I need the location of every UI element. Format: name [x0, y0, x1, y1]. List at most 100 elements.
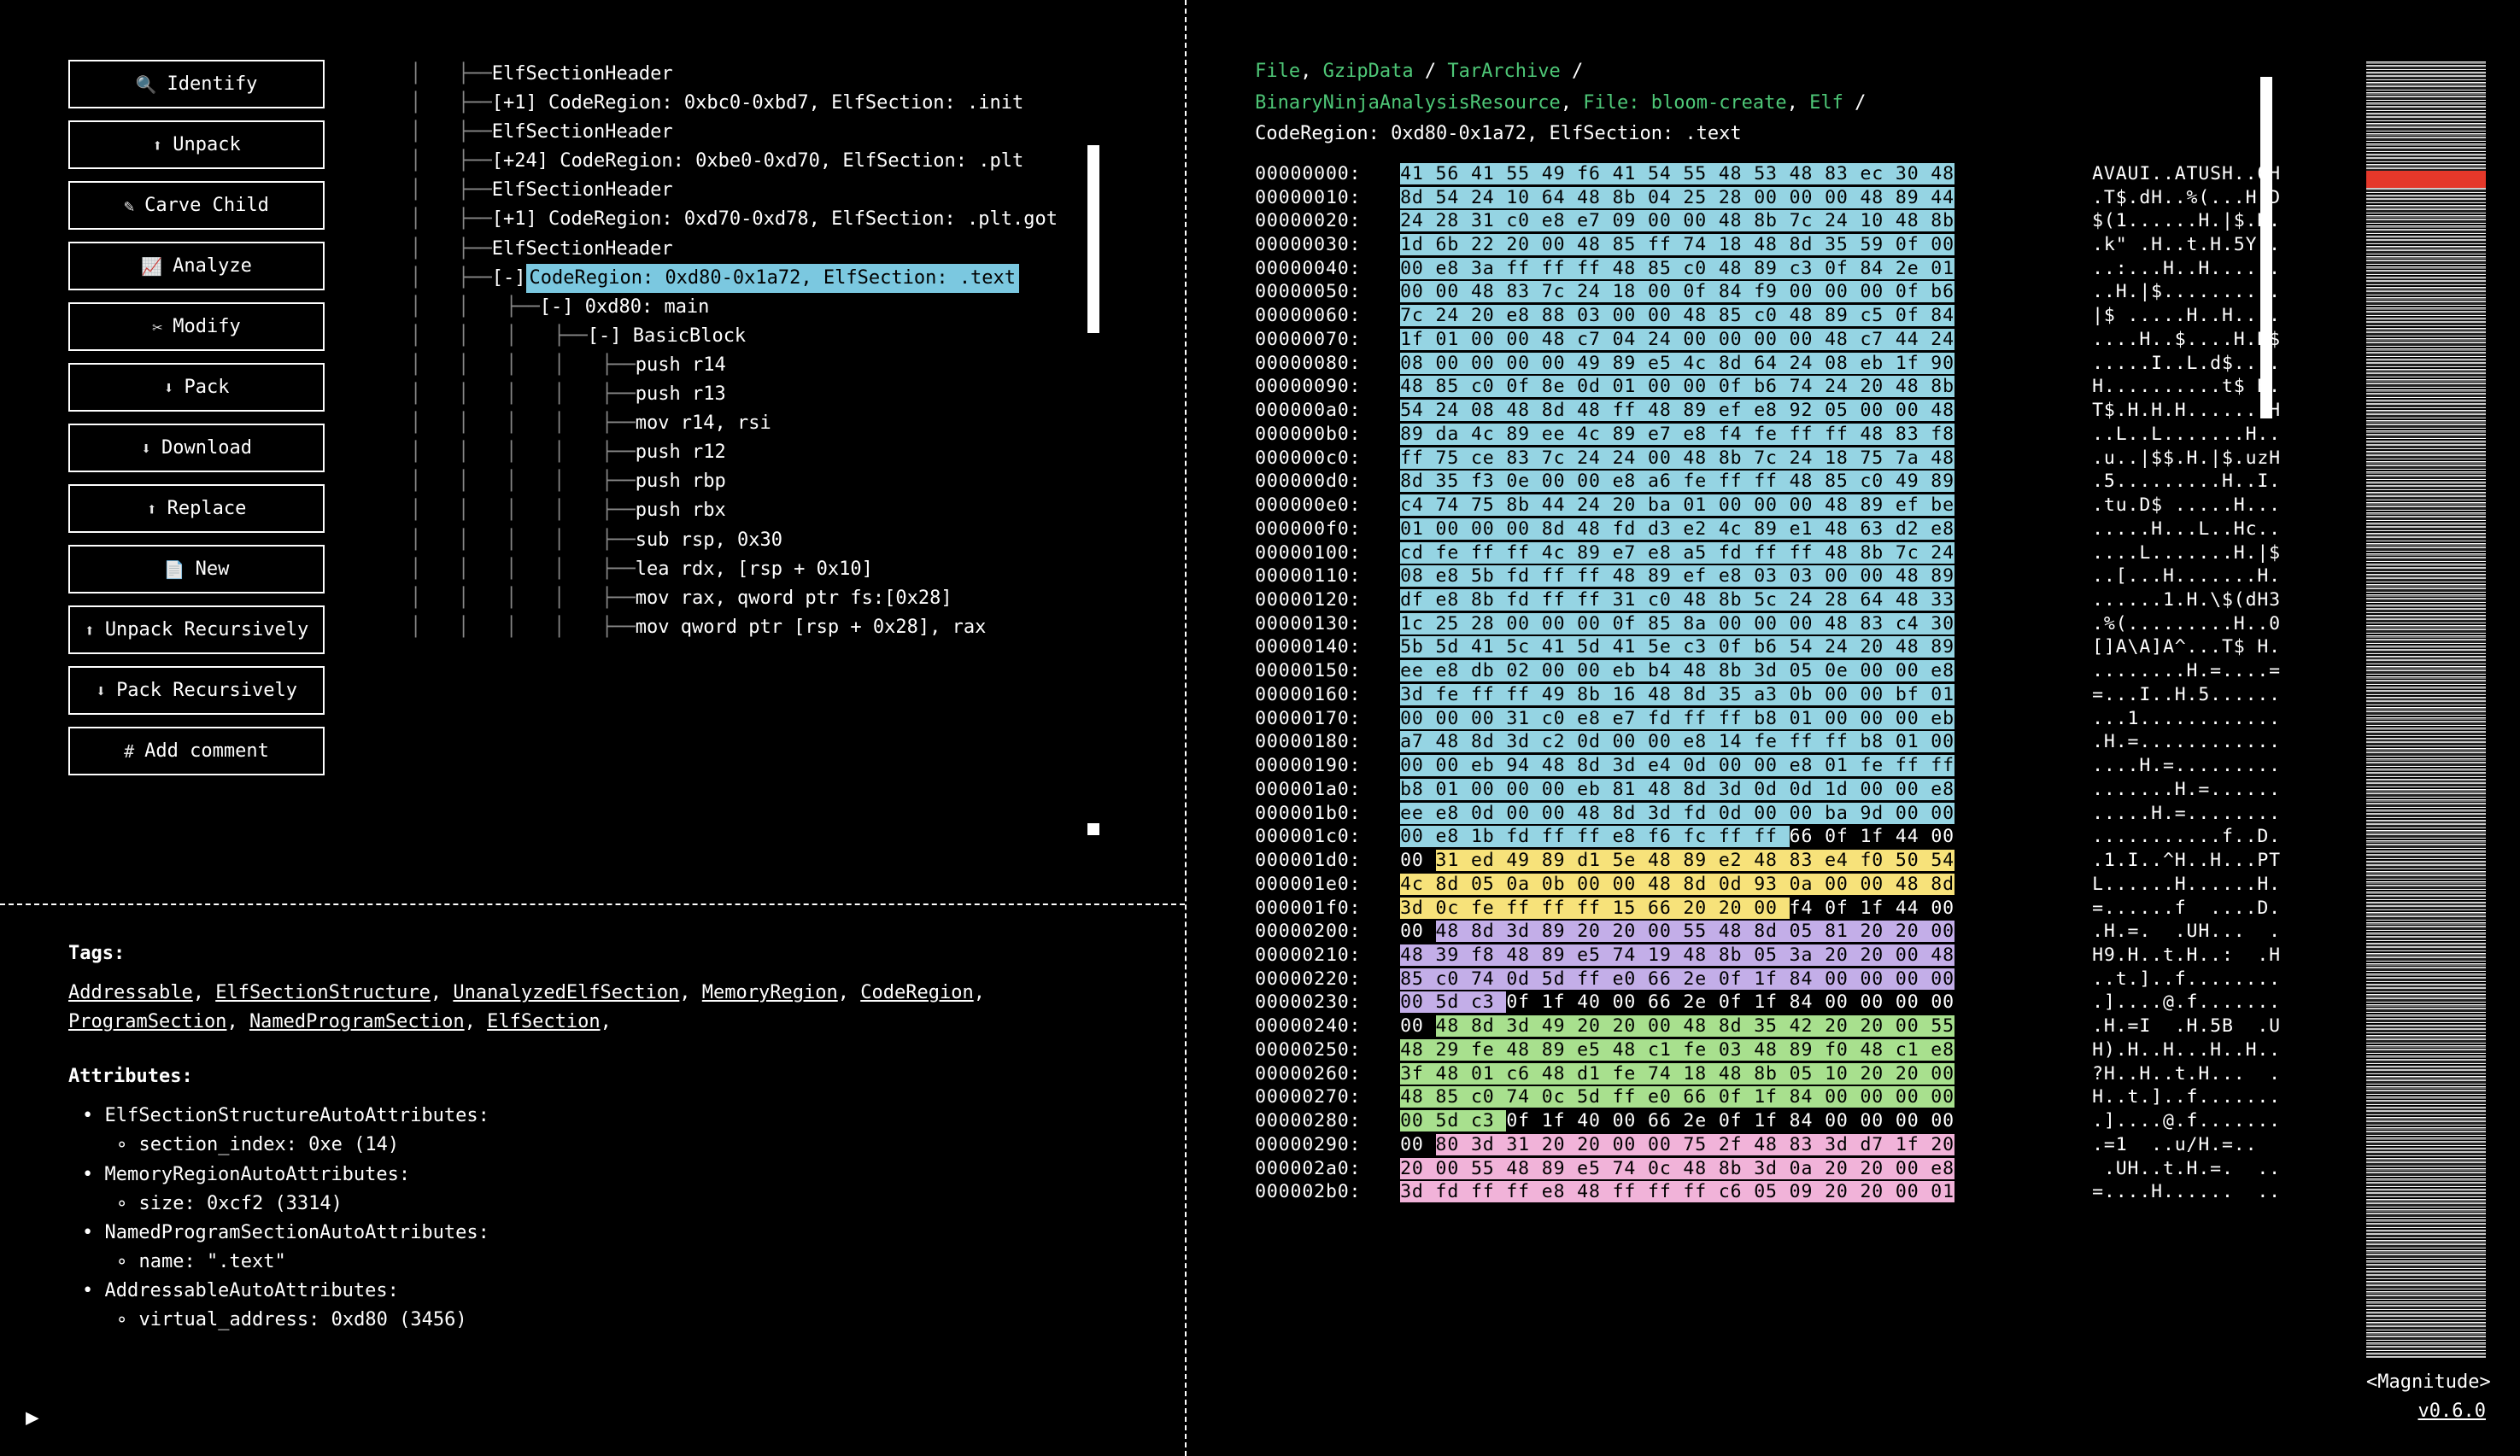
breadcrumb-link[interactable]: GzipData [1323, 61, 1414, 82]
hex-row[interactable]: 000000f0:01 00 00 00 8d 48 fd d3 e2 4c 8… [1255, 517, 2281, 541]
hex-row[interactable]: 00000220:85 c0 74 0d 5d ff e0 66 2e 0f 1… [1255, 968, 2281, 991]
hex-row[interactable]: 00000140:5b 5d 41 5c 41 5d 41 5e c3 0f b… [1255, 635, 2281, 659]
hex-row[interactable]: 000000c0:ff 75 ce 83 7c 24 24 00 48 8b 7… [1255, 447, 2281, 471]
hex-row[interactable]: 00000060:7c 24 20 e8 88 03 00 00 48 85 c… [1255, 304, 2281, 328]
hex-row[interactable]: 00000230:00 5d c3 0f 1f 40 00 66 2e 0f 1… [1255, 991, 2281, 1015]
tree-row[interactable]: │├── [+24] CodeRegion: 0xbe0-0xd70, ElfS… [410, 147, 1185, 176]
tag-memoryregion[interactable]: MemoryRegion [702, 982, 838, 1003]
hex-row[interactable]: 00000010:8d 54 24 10 64 48 8b 04 25 28 0… [1255, 186, 2281, 210]
tree-row[interactable]: ││││├── push rbp [410, 467, 1185, 496]
hex-row[interactable]: 000001c0:00 e8 1b fd ff ff e8 f6 fc ff f… [1255, 825, 2281, 849]
hex-row[interactable]: 000002b0:3d fd ff ff e8 48 ff ff ff c6 0… [1255, 1180, 2281, 1204]
tree-row[interactable]: ││├── [-] 0xd80: main [410, 293, 1185, 322]
breadcrumb-link[interactable]: BinaryNinjaAnalysisResource [1255, 92, 1561, 114]
hex-row[interactable]: 00000020:24 28 31 c0 e8 e7 09 00 00 48 8… [1255, 209, 2281, 233]
tree-row[interactable]: │├── ElfSectionHeader [410, 235, 1185, 264]
hex-row[interactable]: 000001f0:3d 0c fe ff ff ff 15 66 20 20 0… [1255, 897, 2281, 921]
tree-row[interactable]: ││││├── sub rsp, 0x30 [410, 526, 1185, 555]
tag-coderegion[interactable]: CodeRegion [860, 982, 973, 1003]
tree-row[interactable]: │├── ElfSectionHeader [410, 176, 1185, 205]
hex-row[interactable]: 00000210:48 39 f8 48 89 e5 74 19 48 8b 0… [1255, 944, 2281, 968]
hex-row[interactable]: 00000240:00 48 8d 3d 49 20 20 00 48 8d 3… [1255, 1015, 2281, 1038]
hex-scrollbar[interactable] [2260, 77, 2272, 418]
tree-row[interactable]: ││││├── push r13 [410, 380, 1185, 409]
tree-row[interactable]: │├── ElfSectionHeader [410, 60, 1185, 89]
hex-row[interactable]: 00000050:00 00 48 83 7c 24 18 00 0f 84 f… [1255, 280, 2281, 304]
hex-row[interactable]: 00000000:41 56 41 55 49 f6 41 54 55 48 5… [1255, 162, 2281, 186]
breadcrumb-line-1[interactable]: File, GzipData / TarArchive / [1255, 60, 2281, 85]
hex-row[interactable]: 00000190:00 00 eb 94 48 8d 3d e4 0d 00 0… [1255, 754, 2281, 778]
modify-button[interactable]: ✂Modify [68, 302, 325, 351]
tree-row[interactable]: ││││├── lea rdx, [rsp + 0x10] [410, 555, 1185, 584]
hex-row[interactable]: 000000b0:89 da 4c 89 ee 4c 89 e7 e8 f4 f… [1255, 423, 2281, 447]
tree-scrollbar[interactable] [1087, 145, 1099, 333]
hex-row[interactable]: 00000070:1f 01 00 00 48 c7 04 24 00 00 0… [1255, 328, 2281, 352]
tree-row[interactable]: ││││├── push r12 [410, 438, 1185, 467]
entropy-next[interactable]: > [2479, 1371, 2490, 1393]
tag-namedprogramsection[interactable]: NamedProgramSection [249, 1011, 465, 1032]
hex-row[interactable]: 000000e0:c4 74 75 8b 44 24 20 ba 01 00 0… [1255, 494, 2281, 517]
carve-child-button[interactable]: ✎Carve Child [68, 181, 325, 230]
hex-row[interactable]: 000001d0:00 31 ed 49 89 d1 5e 48 89 e2 4… [1255, 849, 2281, 873]
hex-row[interactable]: 00000120:df e8 8b fd ff ff 31 c0 48 8b 5… [1255, 588, 2281, 612]
tag-unanalyzedelfsection[interactable]: UnanalyzedElfSection [453, 982, 679, 1003]
breadcrumb-link[interactable]: File: bloom-create [1583, 92, 1786, 114]
hex-row[interactable]: 00000040:00 e8 3a ff ff ff 48 85 c0 48 8… [1255, 257, 2281, 281]
pack-recursively-button[interactable]: ⬇Pack Recursively [68, 666, 325, 715]
tree-row[interactable]: ││││├── push rbx [410, 496, 1185, 525]
hex-row[interactable]: 00000250:48 29 fe 48 89 e5 48 c1 fe 03 4… [1255, 1038, 2281, 1062]
hex-row[interactable]: 00000100:cd fe ff ff 4c 89 e7 e8 a5 fd f… [1255, 541, 2281, 565]
resource-tree[interactable]: │├── ElfSectionHeader│├── [+1] CodeRegio… [393, 0, 1185, 903]
tree-row[interactable]: ││││├── mov qword ptr [rsp + 0x28], rax [410, 613, 1185, 642]
tree-row[interactable]: │├── [-] CodeRegion: 0xd80-0x1a72, ElfSe… [410, 264, 1185, 293]
breadcrumb-link[interactable]: File [1255, 61, 1300, 82]
hex-row[interactable]: 00000150:ee e8 db 02 00 00 eb b4 48 8b 3… [1255, 659, 2281, 683]
download-button[interactable]: ⬇Download [68, 424, 325, 472]
hex-row[interactable]: 00000280:00 5d c3 0f 1f 40 00 66 2e 0f 1… [1255, 1109, 2281, 1133]
tree-row[interactable]: │├── [+1] CodeRegion: 0xbc0-0xbd7, ElfSe… [410, 89, 1185, 118]
hex-row[interactable]: 00000290:00 80 3d 31 20 20 00 00 75 2f 4… [1255, 1133, 2281, 1157]
hex-row[interactable]: 00000130:1c 25 28 00 00 00 0f 85 8a 00 0… [1255, 612, 2281, 636]
tree-row[interactable]: ││││├── mov r14, rsi [410, 409, 1185, 438]
analyze-button[interactable]: 📈Analyze [68, 242, 325, 290]
hex-row[interactable]: 00000200:00 48 8d 3d 89 20 20 00 55 48 8… [1255, 920, 2281, 944]
pack-button[interactable]: ⬇Pack [68, 363, 325, 412]
tree-row[interactable]: ││││├── push r14 [410, 351, 1185, 380]
hex-row[interactable]: 000001e0:4c 8d 05 0a 0b 00 00 48 8d 0d 9… [1255, 873, 2281, 897]
hex-row[interactable]: 00000270:48 85 c0 74 0c 5d ff e0 66 0f 1… [1255, 1085, 2281, 1109]
tree-row[interactable]: │││├── [-] BasicBlock [410, 322, 1185, 351]
tag-elfsection[interactable]: ElfSection [487, 1011, 600, 1032]
prompt-caret[interactable]: ▶ [26, 1405, 39, 1430]
breadcrumb-link[interactable]: Elf [1809, 92, 1843, 114]
hex-table[interactable]: 00000000:41 56 41 55 49 f6 41 54 55 48 5… [1255, 162, 2281, 1204]
tag-programsection[interactable]: ProgramSection [68, 1011, 226, 1032]
identify-button[interactable]: 🔍Identify [68, 60, 325, 108]
entropy-strip[interactable] [2366, 60, 2486, 1358]
tag-elfsectionstructure[interactable]: ElfSectionStructure [215, 982, 431, 1003]
hex-row[interactable]: 00000180:a7 48 8d 3d c2 0d 00 00 e8 14 f… [1255, 730, 2281, 754]
breadcrumb-line-2[interactable]: BinaryNinjaAnalysisResource, File: bloom… [1255, 91, 2281, 116]
tree-row[interactable]: │├── [+1] CodeRegion: 0xd70-0xd78, ElfSe… [410, 205, 1185, 234]
hex-row[interactable]: 00000110:08 e8 5b fd ff ff 48 89 ef e8 0… [1255, 564, 2281, 588]
hex-row[interactable]: 000000a0:54 24 08 48 8d 48 ff 48 89 ef e… [1255, 399, 2281, 423]
hex-row[interactable]: 00000080:08 00 00 00 00 49 89 e5 4c 8d 6… [1255, 352, 2281, 376]
tree-row[interactable]: ││││├── mov rax, qword ptr fs:[0x28] [410, 584, 1185, 613]
unpack-recursively-button[interactable]: ⬆Unpack Recursively [68, 605, 325, 654]
hex-row[interactable]: 00000160:3d fe ff ff 49 8b 16 48 8d 35 a… [1255, 683, 2281, 707]
hex-row[interactable]: 000000d0:8d 35 f3 0e 00 00 e8 a6 fe ff f… [1255, 470, 2281, 494]
entropy-prev[interactable]: < [2366, 1371, 2377, 1393]
hex-row[interactable]: 000001a0:b8 01 00 00 00 eb 81 48 8d 3d 0… [1255, 778, 2281, 802]
tag-addressable[interactable]: Addressable [68, 982, 193, 1003]
hex-row[interactable]: 00000260:3f 48 01 c6 48 d1 fe 74 18 48 8… [1255, 1062, 2281, 1086]
replace-button[interactable]: ⬆Replace [68, 484, 325, 533]
new-button[interactable]: 📄New [68, 545, 325, 594]
tree-row[interactable]: │├── ElfSectionHeader [410, 118, 1185, 147]
version-label[interactable]: v0.6.0 [2418, 1400, 2486, 1422]
add-comment-button[interactable]: #Add comment [68, 727, 325, 775]
hex-row[interactable]: 000001b0:ee e8 0d 00 00 48 8d 3d fd 0d 0… [1255, 802, 2281, 826]
hex-view[interactable]: File, GzipData / TarArchive / BinaryNinj… [1255, 60, 2281, 1422]
hex-row[interactable]: 00000170:00 00 00 31 c0 e8 e7 fd ff ff b… [1255, 707, 2281, 731]
hex-row[interactable]: 00000090:48 85 c0 0f 8e 0d 01 00 00 0f b… [1255, 375, 2281, 399]
breadcrumb-link[interactable]: TarArchive [1447, 61, 1560, 82]
hex-row[interactable]: 000002a0:20 00 55 48 89 e5 74 0c 48 8b 3… [1255, 1157, 2281, 1181]
